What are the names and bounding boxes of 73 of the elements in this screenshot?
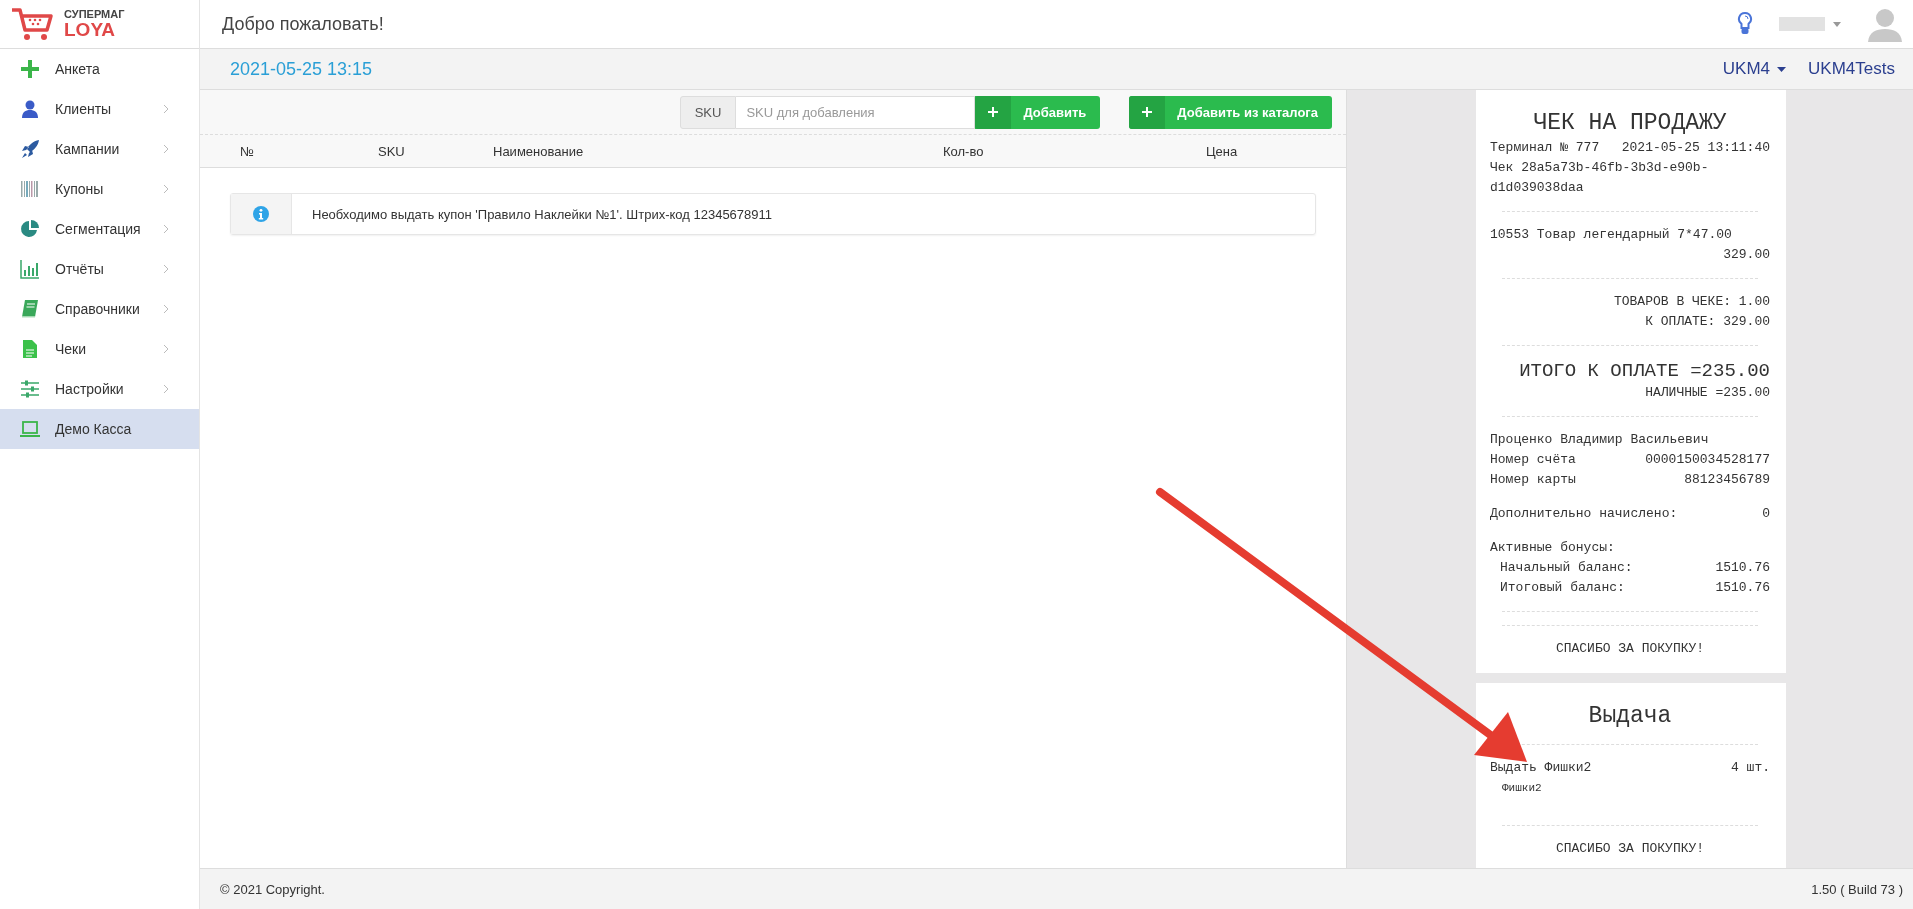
receipt-value: 0: [1762, 505, 1770, 523]
receipt-value: 88123456789: [1684, 471, 1770, 489]
copyright-text: © 2021 Copyright.: [220, 881, 325, 897]
receipt-footer-text: СПАСИБО ЗА ПОКУПКУ!: [1555, 641, 1705, 656]
sidebar-item[interactable]: Кампании: [0, 129, 199, 169]
info-icon: [253, 206, 269, 222]
sidebar-item[interactable]: Справочники: [0, 289, 199, 329]
sidebar-item[interactable]: Отчёты: [0, 249, 199, 289]
receipt-line: Чек 28a5a73b-46fb-3b3d-e90b-d1d039038daa: [1490, 159, 1710, 197]
column-header: Цена: [1206, 143, 1239, 159]
lightbulb-icon[interactable]: [1737, 11, 1753, 37]
page-title: Добро пожаловать!: [222, 13, 384, 35]
shop-link[interactable]: UKM4Tests: [1808, 59, 1895, 79]
receipt-title: Выдача: [1587, 702, 1673, 731]
store-dropdown[interactable]: UKM4: [1722, 59, 1787, 79]
receipt-value: 2021-05-25 13:11:40: [1621, 139, 1770, 157]
sku-input[interactable]: SKU для добавления: [736, 95, 976, 129]
document-icon: [20, 339, 40, 359]
plus-icon: [1142, 107, 1153, 117]
receipt-line: 329.00: [1723, 247, 1770, 262]
sliders-icon: [20, 379, 40, 399]
person-icon: [20, 99, 40, 119]
receipt-label: Выдать Фишки2: [1490, 759, 1592, 777]
receipt-label: Итоговый баланс:: [1500, 579, 1625, 597]
receipt-label: Начальный баланс:: [1500, 559, 1633, 577]
receipt-title: ЧЕК НА ПРОДАЖУ: [1532, 109, 1728, 138]
bar-chart-icon: [20, 259, 40, 279]
receipt-value: 1510.76: [1715, 579, 1770, 597]
avatar-icon[interactable]: [1867, 6, 1903, 42]
receipt-line: Проценко Владимир Васильевич: [1490, 431, 1710, 449]
plus-icon: [20, 59, 40, 79]
cart-icon: [10, 7, 54, 41]
logo[interactable]: СУПЕРМАГ LOYA: [0, 0, 199, 49]
receipt-line: ТОВАРОВ В ЧЕКЕ: 1.00: [1613, 294, 1770, 309]
receipt-line: 10553 Товар легендарный 7*47.00: [1490, 226, 1733, 244]
pie-chart-icon: [20, 219, 40, 239]
column-header: SKU: [378, 143, 406, 159]
logo-wordmark: LOYA: [64, 20, 117, 39]
version-text: 1.50 ( Build 73 ): [1811, 881, 1903, 897]
sidebar-item[interactable]: Чеки: [0, 329, 199, 369]
receipt-label: Дополнительно начислено:: [1490, 505, 1678, 523]
laptop-icon: [20, 419, 40, 439]
barcode-icon: [20, 179, 40, 199]
logo-text: СУПЕРМАГ: [64, 9, 125, 20]
receipt-label: Терминал № 777: [1490, 139, 1600, 157]
plus-icon: [988, 107, 999, 117]
alert-text: Необходимо выдать купон 'Правило Наклейки №1'. Штрих-код 12345678911: [311, 206, 773, 222]
column-header: Кол-во: [943, 143, 985, 159]
sidebar-item[interactable]: Настройки: [0, 369, 199, 409]
rocket-icon: [20, 139, 40, 159]
sidebar-item[interactable]: Купоны: [0, 169, 199, 209]
caret-icon: [1777, 66, 1787, 72]
receipt-value: 0000150034528177: [1645, 451, 1770, 469]
sku-label: SKU: [679, 95, 737, 129]
sidebar-item[interactable]: Демо Касса: [0, 409, 199, 449]
receipt-line: К ОПЛАТЕ: 329.00: [1645, 314, 1770, 329]
receipt-total: ИТОГО К ОПЛАТЕ =235.00: [1519, 360, 1770, 382]
receipt-line: Активные бонусы:: [1490, 539, 1616, 557]
receipt-line: Фишки2: [1501, 781, 1543, 796]
receipt-footer-text: СПАСИБО ЗА ПОКУПКУ!: [1555, 841, 1705, 856]
sidebar-item[interactable]: Клиенты: [0, 89, 199, 129]
receipt-value: 1510.76: [1715, 559, 1770, 577]
sidebar-item[interactable]: Сегментация: [0, 209, 199, 249]
receipt-label: Номер карты: [1490, 471, 1576, 489]
receipt-line: НАЛИЧНЫЕ =235.00: [1645, 385, 1770, 400]
column-header: Наименование: [493, 143, 585, 159]
receipt-label: Номер счёта: [1490, 451, 1576, 469]
receipt-value: 4 шт.: [1731, 759, 1770, 777]
book-icon: [20, 299, 40, 319]
column-header: №: [240, 143, 255, 159]
sidebar-item[interactable]: Анкета: [0, 49, 199, 89]
datetime-text: 2021-05-25 13:15: [230, 58, 373, 80]
caret-icon[interactable]: [1833, 21, 1841, 27]
